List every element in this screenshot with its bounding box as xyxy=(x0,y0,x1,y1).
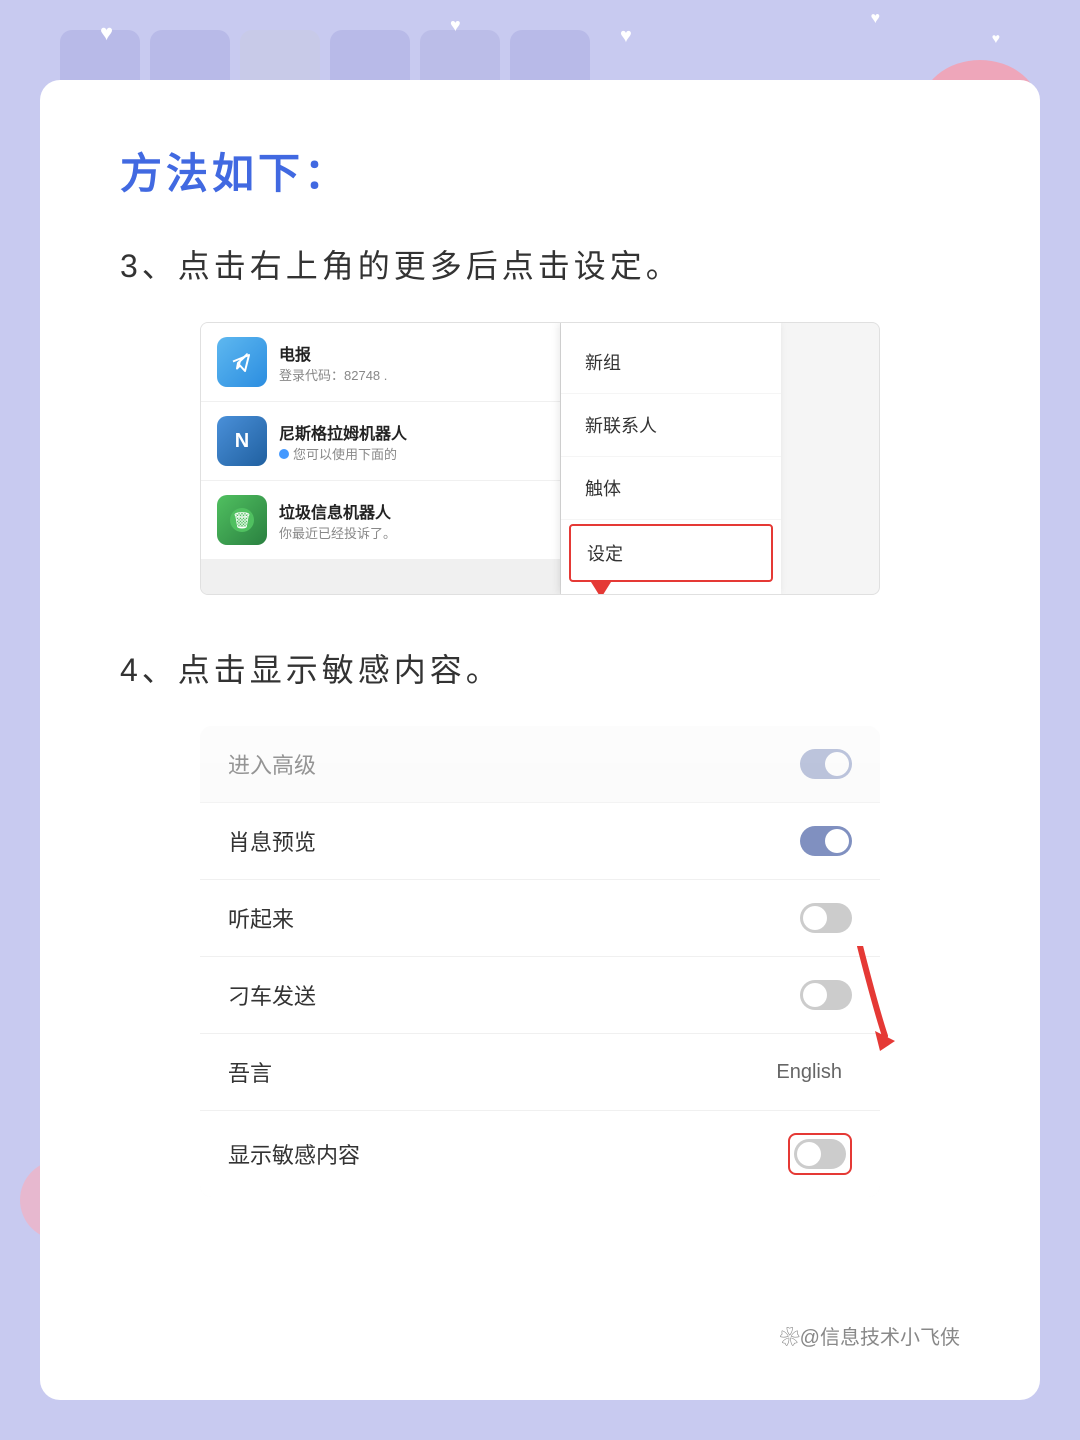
menu-panel: 新组 新联系人 触体 设定 xyxy=(561,323,781,594)
settings-label-preview: 肖息预览 xyxy=(228,825,316,857)
heart-deco-1: ♥ xyxy=(100,20,113,46)
trash-avatar: 🗑 xyxy=(217,495,267,545)
settings-label-sensitive: 显示敏感内容 xyxy=(228,1138,360,1170)
settings-row-sound: 听起来 xyxy=(200,880,880,957)
telegram-info: 电报 登录代码：82748 . xyxy=(279,341,544,384)
settings-row-advanced: 进入高级 xyxy=(200,726,880,803)
nisge-name: 尼斯格拉姆机器人 xyxy=(279,420,544,444)
step3-text: 3、点击右上角的更多后点击设定。 xyxy=(120,241,960,292)
heart-deco-5: ♥ xyxy=(992,30,1000,46)
heart-deco-4: ♥ xyxy=(871,10,881,28)
trash-name: 垃圾信息机器人 xyxy=(279,499,544,523)
settings-label-lang: 吾言 xyxy=(228,1056,272,1088)
toggle-advanced[interactable] xyxy=(800,749,852,779)
menu-item-touch[interactable]: 触体 xyxy=(561,457,781,520)
settings-row-sensitive: 显示敏感内容 xyxy=(200,1111,880,1197)
settings-label-send: 刁车发送 xyxy=(228,979,316,1011)
page-content: 方法如下： 3、点击右上角的更多后点击设定。 电报 登录代码：82748 . xyxy=(40,80,1040,1400)
settings-row-lang: 吾言 English xyxy=(200,1034,880,1111)
red-arrow-icon xyxy=(820,946,900,1066)
step3-screenshot: 电报 登录代码：82748 . N 尼斯格拉姆机器人 您可以使用下面的 🗑 xyxy=(200,322,880,595)
settings-label-advanced: 进入高级 xyxy=(228,748,316,780)
telegram-avatar xyxy=(217,337,267,387)
heart-deco-2: ♥ xyxy=(450,15,461,36)
trash-info: 垃圾信息机器人 你最近已经投诉了。 xyxy=(279,499,544,542)
step4-text: 4、点击显示敏感内容。 xyxy=(120,645,960,696)
settings-row-preview: 肖息预览 xyxy=(200,803,880,880)
step4-area: 进入高级 肖息预览 听起来 刁车发送 xyxy=(120,726,960,1197)
svg-text:🗑: 🗑 xyxy=(232,512,252,530)
chat-list: 电报 登录代码：82748 . N 尼斯格拉姆机器人 您可以使用下面的 🗑 xyxy=(201,323,561,594)
trash-desc: 你最近已经投诉了。 xyxy=(279,523,544,542)
nisge-info: 尼斯格拉姆机器人 您可以使用下面的 xyxy=(279,420,544,463)
highlighted-toggle-wrapper xyxy=(788,1133,852,1175)
nisge-avatar: N xyxy=(217,416,267,466)
nisge-desc: 您可以使用下面的 xyxy=(279,444,544,463)
toggle-preview[interactable] xyxy=(800,826,852,856)
settings-panel: 进入高级 肖息预览 听起来 刁车发送 xyxy=(200,726,880,1197)
chat-item-nisge: N 尼斯格拉姆机器人 您可以使用下面的 xyxy=(201,402,560,481)
telegram-name: 电报 xyxy=(279,341,544,365)
toggle-sound[interactable] xyxy=(800,903,852,933)
section-title: 方法如下： xyxy=(120,140,960,201)
telegram-desc: 登录代码：82748 . xyxy=(279,365,544,384)
menu-item-settings[interactable]: 设定 xyxy=(569,524,773,582)
watermark: ❀@信息技术小飞侠 xyxy=(780,1321,960,1350)
heart-deco-3: ♥ xyxy=(620,25,632,48)
notebook-tabs xyxy=(0,0,1080,90)
settings-row-send: 刁车发送 xyxy=(200,957,880,1034)
menu-item-newcontact[interactable]: 新联系人 xyxy=(561,394,781,457)
settings-label-sound: 听起来 xyxy=(228,902,294,934)
menu-arrow xyxy=(591,582,611,595)
menu-item-newgroup[interactable]: 新组 xyxy=(561,331,781,394)
notebook-background: ♥ ♥ ♥ ♥ ♥ 方法如下： 3、点击右上角的更多后点击设定。 电报 xyxy=(0,0,1080,1440)
toggle-sensitive[interactable] xyxy=(794,1139,846,1169)
chat-item-telegram: 电报 登录代码：82748 . xyxy=(201,323,560,402)
chat-item-trash: 🗑 垃圾信息机器人 你最近已经投诉了。 xyxy=(201,481,560,560)
